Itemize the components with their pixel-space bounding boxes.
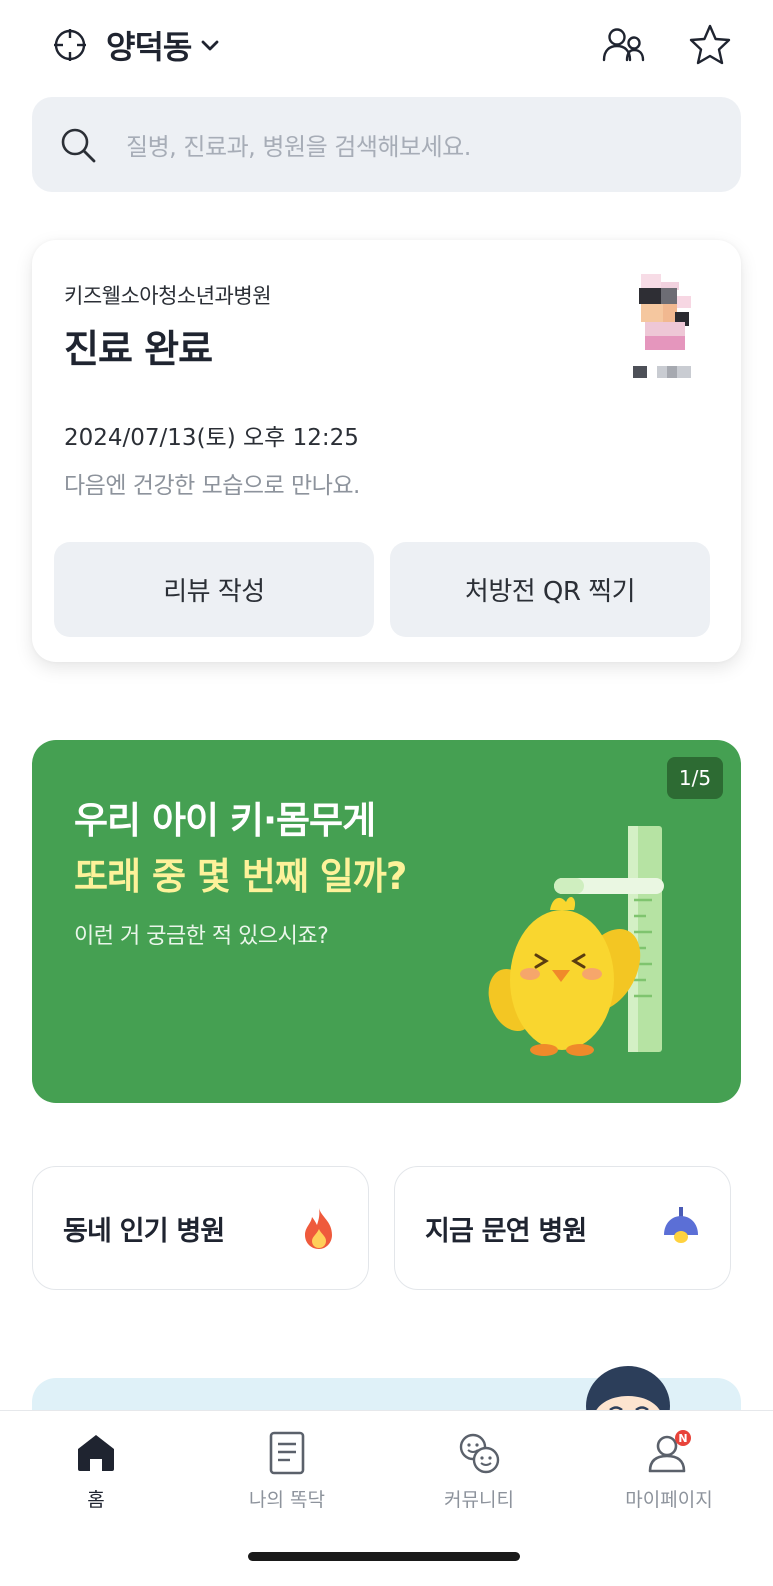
location-selector[interactable]: 양덕동 [52, 22, 221, 68]
popular-hospitals-label: 동네 인기 병원 [63, 1215, 225, 1247]
open-now-hospitals-label: 지금 문연 병원 [425, 1215, 587, 1247]
home-indicator [248, 1552, 520, 1561]
lamp-icon [664, 1207, 698, 1243]
search-icon [61, 128, 96, 162]
document-icon [269, 1431, 305, 1475]
visit-card[interactable]: 키즈웰소아청소년과병원 진료 완료 2024/07/13(토) 오후 12:25… [32, 240, 741, 662]
community-icon [459, 1433, 500, 1474]
write-review-button[interactable]: 리뷰 작성 [54, 542, 374, 637]
nav-community-label: 커뮤니티 [444, 1489, 514, 1511]
nav-my-ddocdoc[interactable]: 나의 똑닥 [207, 1421, 367, 1512]
banner-title-line2: 또래 중 몇 번째 일까? [74, 855, 407, 898]
prescription-qr-button[interactable]: 처방전 QR 찍기 [390, 542, 710, 637]
search-placeholder: 질병, 진료과, 병원을 검색해보세요. [126, 133, 471, 161]
top-bar: 양덕동 [0, 0, 773, 90]
home-screen: 양덕동 질병, 진료과, 병원을 검색해보세요. 키즈웰소아청소년과병원 진료 … [0, 0, 773, 1586]
visit-status: 진료 완료 [64, 327, 213, 371]
banner-pager: 1/5 [667, 757, 723, 799]
search-bar[interactable]: 질병, 진료과, 병원을 검색해보세요. [32, 97, 741, 192]
nav-my-page[interactable]: N 마이페이지 [589, 1421, 749, 1512]
visit-datetime: 2024/07/13(토) 오후 12:25 [64, 425, 359, 451]
target-icon [54, 29, 86, 61]
hospital-name: 키즈웰소아청소년과병원 [64, 284, 272, 308]
nav-home[interactable]: 홈 [16, 1421, 176, 1512]
chick-height-chart-illustration [488, 826, 664, 1056]
fire-icon [305, 1208, 332, 1249]
visit-message: 다음엔 건강한 모습으로 만나요. [64, 473, 360, 499]
chevron-down-icon [201, 40, 219, 51]
location-name: 양덕동 [106, 28, 192, 66]
banner-subtitle: 이런 거 궁금한 적 있으시죠? [74, 924, 329, 949]
home-icon [78, 1435, 114, 1471]
banner-title-line1: 우리 아이 키·몸무게 [74, 799, 376, 842]
svg-text:N: N [678, 1432, 687, 1445]
profile-icon: N [648, 1430, 691, 1473]
nav-community[interactable]: 커뮤니티 [399, 1421, 559, 1512]
nav-my-ddocdoc-label: 나의 똑닥 [249, 1489, 325, 1511]
nav-my-page-label: 마이페이지 [625, 1489, 713, 1511]
star-icon[interactable] [687, 22, 733, 68]
growth-banner[interactable]: 우리 아이 키·몸무게 또래 중 몇 번째 일까? 이런 거 궁금한 적 있으시… [32, 740, 741, 1103]
nav-home-label: 홈 [87, 1489, 105, 1511]
hospital-thumbnail [633, 274, 691, 378]
popular-hospitals-card[interactable]: 동네 인기 병원 [32, 1166, 369, 1290]
family-icon[interactable] [601, 22, 647, 68]
open-now-hospitals-card[interactable]: 지금 문연 병원 [394, 1166, 731, 1290]
